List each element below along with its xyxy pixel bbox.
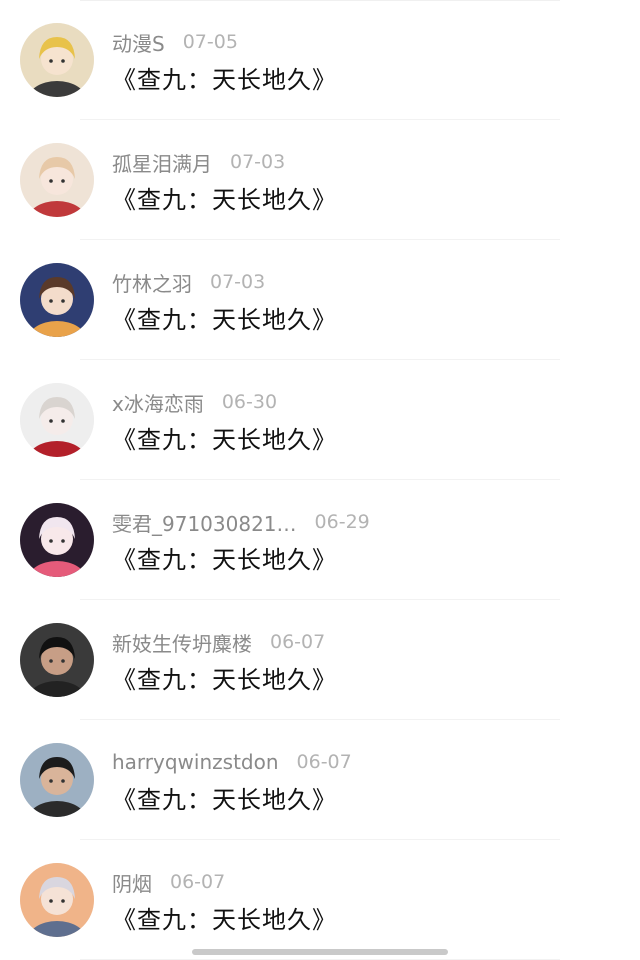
list-item[interactable]: 动漫S 07-05 《查九：天长地久》: [0, 0, 640, 120]
date: 07-03: [230, 151, 286, 173]
avatar-image: [20, 383, 94, 457]
comment-title[interactable]: 《查九：天长地久》: [112, 180, 337, 215]
comment-title[interactable]: 《查九：天长地久》: [112, 900, 337, 935]
list-item[interactable]: 新妓生传坍麋楼 06-07 《查九：天长地久》: [0, 600, 640, 720]
comment-title[interactable]: 《查九：天长地久》: [112, 300, 337, 335]
date: 06-07: [296, 751, 352, 773]
avatar-image: [20, 503, 94, 577]
avatar-image: [20, 263, 94, 337]
comment-meta: 动漫S 07-05: [112, 28, 238, 56]
avatar[interactable]: [20, 143, 94, 217]
comment-meta: 雯君_971030821… 06-29: [112, 508, 370, 536]
avatar[interactable]: [20, 23, 94, 97]
list-item[interactable]: harryqwinzstdon 06-07 《查九：天长地久》: [0, 720, 640, 840]
avatar[interactable]: [20, 623, 94, 697]
date: 06-30: [221, 391, 278, 413]
comment-meta: harryqwinzstdon 06-07: [112, 748, 352, 776]
comment-title[interactable]: 《查九：天长地久》: [112, 540, 337, 575]
username[interactable]: 雯君_971030821…: [112, 508, 297, 537]
avatar[interactable]: [20, 263, 94, 337]
avatar[interactable]: [20, 383, 94, 457]
comment-meta: 阴烟 06-07: [112, 868, 225, 896]
comment-title[interactable]: 《查九：天长地久》: [112, 780, 337, 815]
username[interactable]: harryqwinzstdon: [112, 750, 279, 774]
comment-title[interactable]: 《查九：天长地久》: [112, 660, 337, 695]
comment-title[interactable]: 《查九：天长地久》: [112, 60, 337, 95]
date: 06-07: [170, 871, 226, 893]
list-item[interactable]: 阴烟 06-07 《查九：天长地久》: [0, 840, 640, 960]
avatar-image: [20, 623, 94, 697]
avatar-image: [20, 863, 94, 937]
comment-list: 动漫S 07-05 《查九：天长地久》 孤星泪满月 07-03 《查九：天长地久…: [0, 0, 640, 960]
list-item[interactable]: x冰海恋雨 06-30 《查九：天长地久》: [0, 360, 640, 480]
username[interactable]: x冰海恋雨: [112, 388, 204, 417]
date: 07-05: [182, 31, 238, 53]
comment-meta: 孤星泪满月 07-03: [112, 148, 285, 176]
avatar-image: [20, 743, 94, 817]
comment-title[interactable]: 《查九：天长地久》: [112, 420, 337, 455]
avatar-image: [20, 143, 94, 217]
date: 06-07: [270, 631, 326, 653]
avatar-image: [20, 23, 94, 97]
list-item[interactable]: 竹林之羽 07-03 《查九：天长地久》: [0, 240, 640, 360]
username[interactable]: 阴烟: [112, 868, 152, 897]
avatar[interactable]: [20, 503, 94, 577]
username[interactable]: 竹林之羽: [112, 268, 192, 297]
comment-meta: 新妓生传坍麋楼 06-07: [112, 628, 325, 656]
avatar[interactable]: [20, 863, 94, 937]
username[interactable]: 新妓生传坍麋楼: [112, 628, 252, 657]
username[interactable]: 孤星泪满月: [112, 148, 212, 177]
list-item[interactable]: 孤星泪满月 07-03 《查九：天长地久》: [0, 120, 640, 240]
date: 06-29: [314, 511, 370, 533]
list-item[interactable]: 雯君_971030821… 06-29 《查九：天长地久》: [0, 480, 640, 600]
username[interactable]: 动漫S: [112, 28, 165, 57]
comment-meta: x冰海恋雨 06-30: [112, 388, 277, 416]
date: 07-03: [210, 271, 266, 293]
comment-meta: 竹林之羽 07-03: [112, 268, 265, 296]
home-indicator: [192, 949, 448, 955]
avatar[interactable]: [20, 743, 94, 817]
